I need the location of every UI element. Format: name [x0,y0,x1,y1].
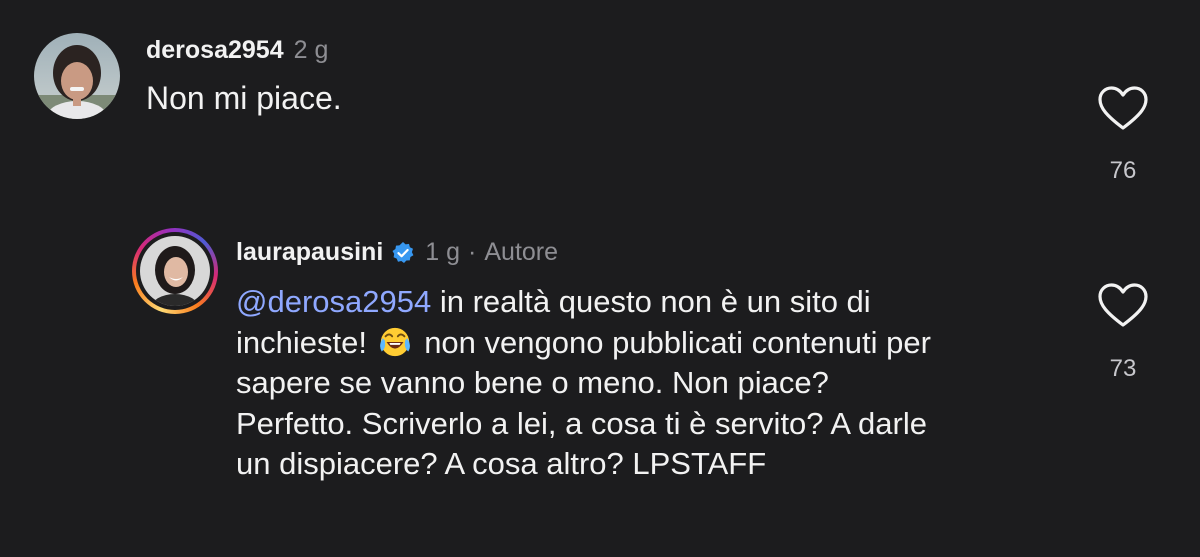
comment-line: sapere se vanno bene o meno. Non piace? [236,365,829,400]
username[interactable]: derosa2954 [146,36,284,64]
comment-line: @derosa2954 in realtà questo non è un si… [236,282,1076,323]
timestamp: 2 g [293,36,329,64]
timestamp: 1 g [425,238,461,266]
avatar[interactable] [34,33,120,119]
avatar [140,236,210,306]
comment-header: derosa2954 2 g [146,36,328,65]
verified-badge-icon [392,241,414,263]
text-segment: inchieste! [236,324,376,360]
comment-text: Non mi piace. [146,80,342,116]
comment-text: @derosa2954 in realtà questo non è un si… [236,282,1076,485]
text-segment: in realtà questo non è un sito di [431,284,871,319]
mention-link[interactable]: @derosa2954 [236,284,431,319]
heart-outline-icon[interactable] [1097,85,1149,131]
text-segment: non vengono pubblicati contenuti per [415,324,931,360]
comment-line: un dispiacere? A cosa altro? LPSTAFF [236,446,767,481]
face-with-tears-of-joy-icon [379,327,410,356]
comment-header: laurapausini 1 g · Autore [236,238,558,267]
comment-line: inchieste! non vengono pubblicati conten… [236,323,1076,364]
author-label: Autore [484,238,559,266]
username[interactable]: laurapausini [236,238,383,267]
user-avatar-photo [140,236,210,306]
comment-line: Perfetto. Scriverlo a lei, a cosa ti è s… [236,405,927,441]
story-ring-avatar[interactable] [132,228,218,314]
like-count: 76 [1109,157,1137,184]
like-count: 73 [1109,355,1137,382]
heart-outline-icon[interactable] [1097,282,1149,328]
separator: · [468,238,477,266]
user-avatar-photo [34,33,120,119]
